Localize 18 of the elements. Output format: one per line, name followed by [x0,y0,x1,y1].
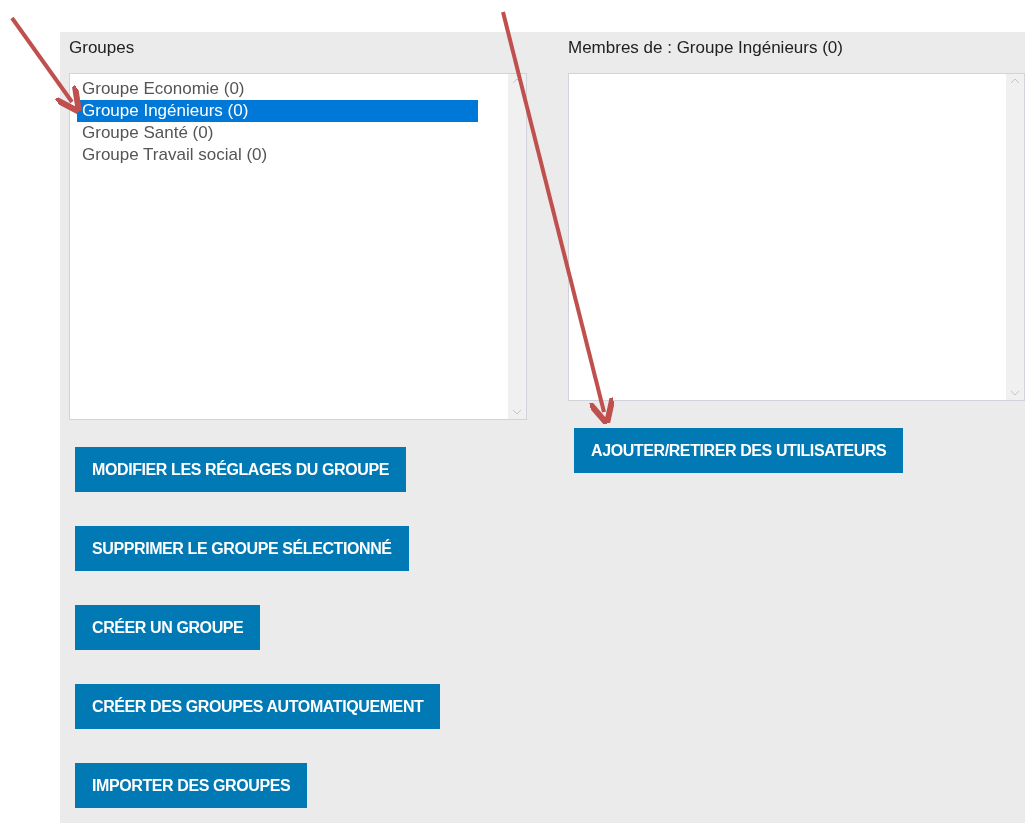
action-button[interactable]: AJOUTER/RETIRER DES UTILISATEURS [574,428,904,473]
action-button[interactable]: CRÉER DES GROUPES AUTOMATIQUEMENT [75,684,441,729]
list-item[interactable]: Groupe Travail social (0) [77,144,478,166]
action-button[interactable]: IMPORTER DES GROUPES [75,763,308,808]
action-button[interactable]: SUPPRIMER LE GROUPE SÉLECTIONNÉ [75,526,409,571]
list-item[interactable]: Groupe Economie (0) [77,78,478,100]
groups-listbox[interactable]: Groupe Economie (0) Groupe Ingénieurs (0) Groupe Santé (0) Groupe Travail social (0) [69,73,527,420]
scrollbar[interactable] [508,74,526,419]
list-item[interactable]: Groupe Santé (0) [77,122,478,144]
action-button[interactable]: CRÉER UN GROUPE [75,605,261,650]
list-label: Groupes [69,38,135,58]
scroll-down-icon[interactable] [1010,390,1020,396]
list-item[interactable]: Groupe Ingénieurs (0) [77,100,478,122]
list-label: Membres de : Groupe Ingénieurs (0) [568,38,843,58]
action-button[interactable]: MODIFIER LES RÉGLAGES DU GROUPE [75,447,406,492]
scrollbar[interactable] [1006,74,1024,400]
members-listbox[interactable] [568,73,1025,401]
scroll-down-icon[interactable] [512,409,522,415]
